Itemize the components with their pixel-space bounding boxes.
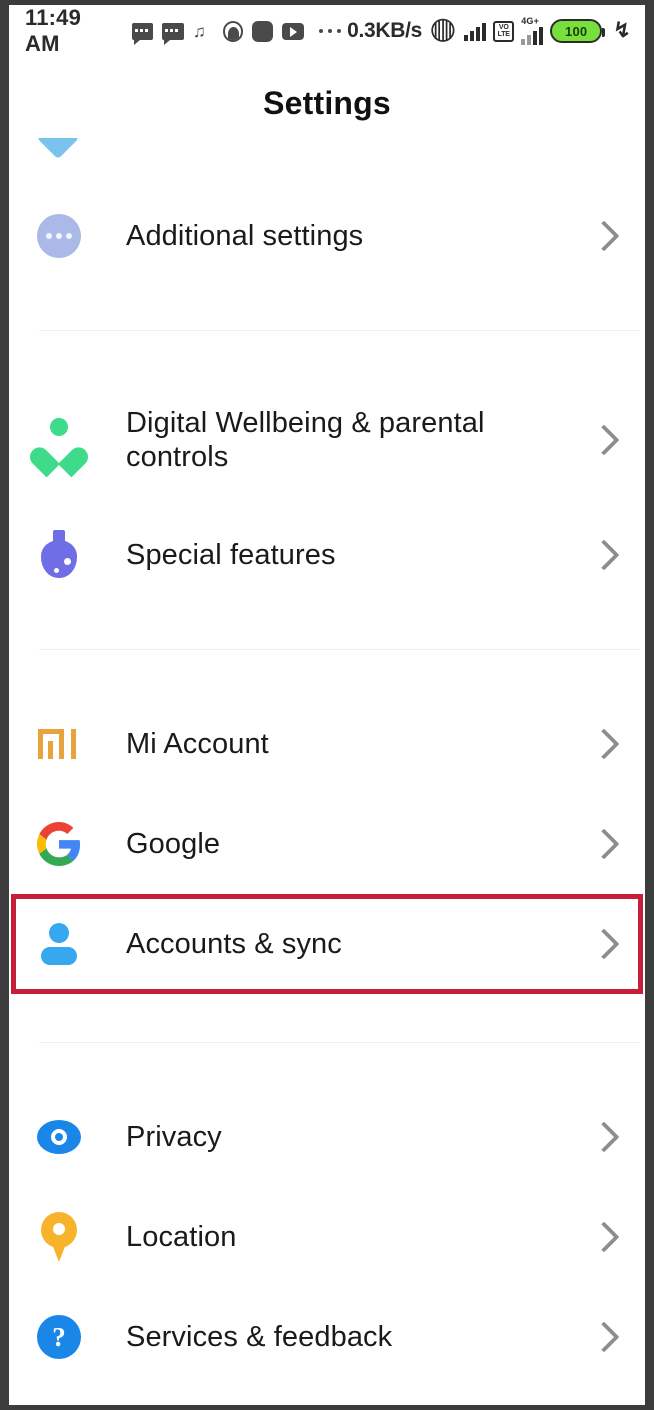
settings-row-label: Services & feedback <box>126 1320 393 1353</box>
chevron-right-icon <box>588 928 620 960</box>
settings-row-google[interactable]: Google <box>9 794 645 894</box>
ellipsis-icon <box>319 29 342 33</box>
status-bar: 11:49 AM ♫ 0.3KB/s 🔴︎ VO LTE 4G+ 100 ↯ <box>9 5 645 57</box>
settings-row-accounts-and-sync[interactable]: Accounts & sync <box>9 894 645 994</box>
settings-row-location[interactable]: Location <box>9 1187 645 1287</box>
settings-row-special-features[interactable]: Special features <box>9 505 645 605</box>
charging-bolt-icon: ↯ <box>613 19 631 42</box>
settings-row-services-and-feedback[interactable]: ? Services & feedback <box>9 1287 645 1387</box>
chevron-right-icon <box>588 828 620 860</box>
network-speed-label: 0.3KB/s <box>347 19 423 42</box>
chevron-right-icon <box>588 220 620 252</box>
wellbeing-heart-icon <box>35 416 83 464</box>
question-mark-circle-icon: ? <box>35 1313 83 1361</box>
avatar-app-icon <box>222 20 244 42</box>
signal-bars-secondary-icon: 4G+ <box>521 16 544 45</box>
battery-level-label: 100 <box>565 23 588 39</box>
group-spacer <box>9 286 645 330</box>
status-bar-right: 0.3KB/s 🔴︎ VO LTE 4G+ 100 ↯ <box>347 16 631 45</box>
status-bar-left: 11:49 AM ♫ <box>25 5 347 57</box>
phone-screen: 11:49 AM ♫ 0.3KB/s 🔴︎ VO LTE 4G+ 100 ↯ S… <box>0 0 654 1410</box>
music-app-icon: ♫ <box>192 21 206 41</box>
video-app-icon <box>281 22 305 40</box>
settings-list: Additional settings Digital Wellbeing & … <box>9 138 645 1387</box>
google-g-icon-svg <box>37 822 81 866</box>
square-app-icon <box>252 20 273 42</box>
three-dots-circle-icon <box>35 212 83 260</box>
group-spacer <box>9 1043 645 1087</box>
clipped-previous-row[interactable] <box>9 138 645 186</box>
message-bubble-icon <box>131 22 154 45</box>
settings-row-mi-account[interactable]: Mi Account <box>9 694 645 794</box>
group-spacer <box>9 650 645 694</box>
volte-icon: VO LTE <box>493 20 515 42</box>
group-spacer <box>9 605 645 649</box>
settings-row-label: Accounts & sync <box>126 927 342 960</box>
page-title: Settings <box>263 85 391 121</box>
bluetooth-icon: 🔴︎ <box>429 18 458 43</box>
group-spacer <box>9 331 645 375</box>
chevron-right-icon <box>588 539 620 571</box>
chevron-right-icon <box>588 1121 620 1153</box>
partial-row-icon <box>35 138 81 160</box>
signal-bars-icon <box>464 22 487 41</box>
settings-row-label: Mi Account <box>126 727 269 760</box>
accounts-sync-highlight-wrapper: Accounts & sync <box>9 894 645 994</box>
group-spacer <box>9 994 645 1042</box>
chevron-right-icon <box>588 1321 620 1353</box>
mi-logo-icon <box>35 720 83 768</box>
settings-row-label: Additional settings <box>126 219 364 252</box>
settings-row-label: Digital Wellbeing & parental controls <box>126 406 485 473</box>
settings-row-label: Google <box>126 827 221 860</box>
settings-row-label: Location <box>126 1220 237 1253</box>
chevron-right-icon <box>588 728 620 760</box>
eye-icon <box>35 1113 83 1161</box>
battery-indicator: 100 <box>550 19 606 43</box>
chevron-right-icon <box>588 424 620 456</box>
message-bubble-icon <box>162 22 184 45</box>
settings-row-label: Special features <box>126 538 336 571</box>
settings-row-additional-settings[interactable]: Additional settings <box>9 186 645 286</box>
settings-row-digital-wellbeing[interactable]: Digital Wellbeing & parental controls <box>9 375 645 505</box>
status-bar-clock: 11:49 AM <box>25 5 82 56</box>
google-g-icon <box>35 820 83 868</box>
settings-row-privacy[interactable]: Privacy <box>9 1087 645 1187</box>
person-icon <box>35 920 83 968</box>
settings-row-label: Privacy <box>126 1120 222 1153</box>
flask-icon <box>35 530 83 579</box>
chevron-right-icon <box>588 1221 620 1253</box>
location-pin-icon <box>35 1212 83 1262</box>
